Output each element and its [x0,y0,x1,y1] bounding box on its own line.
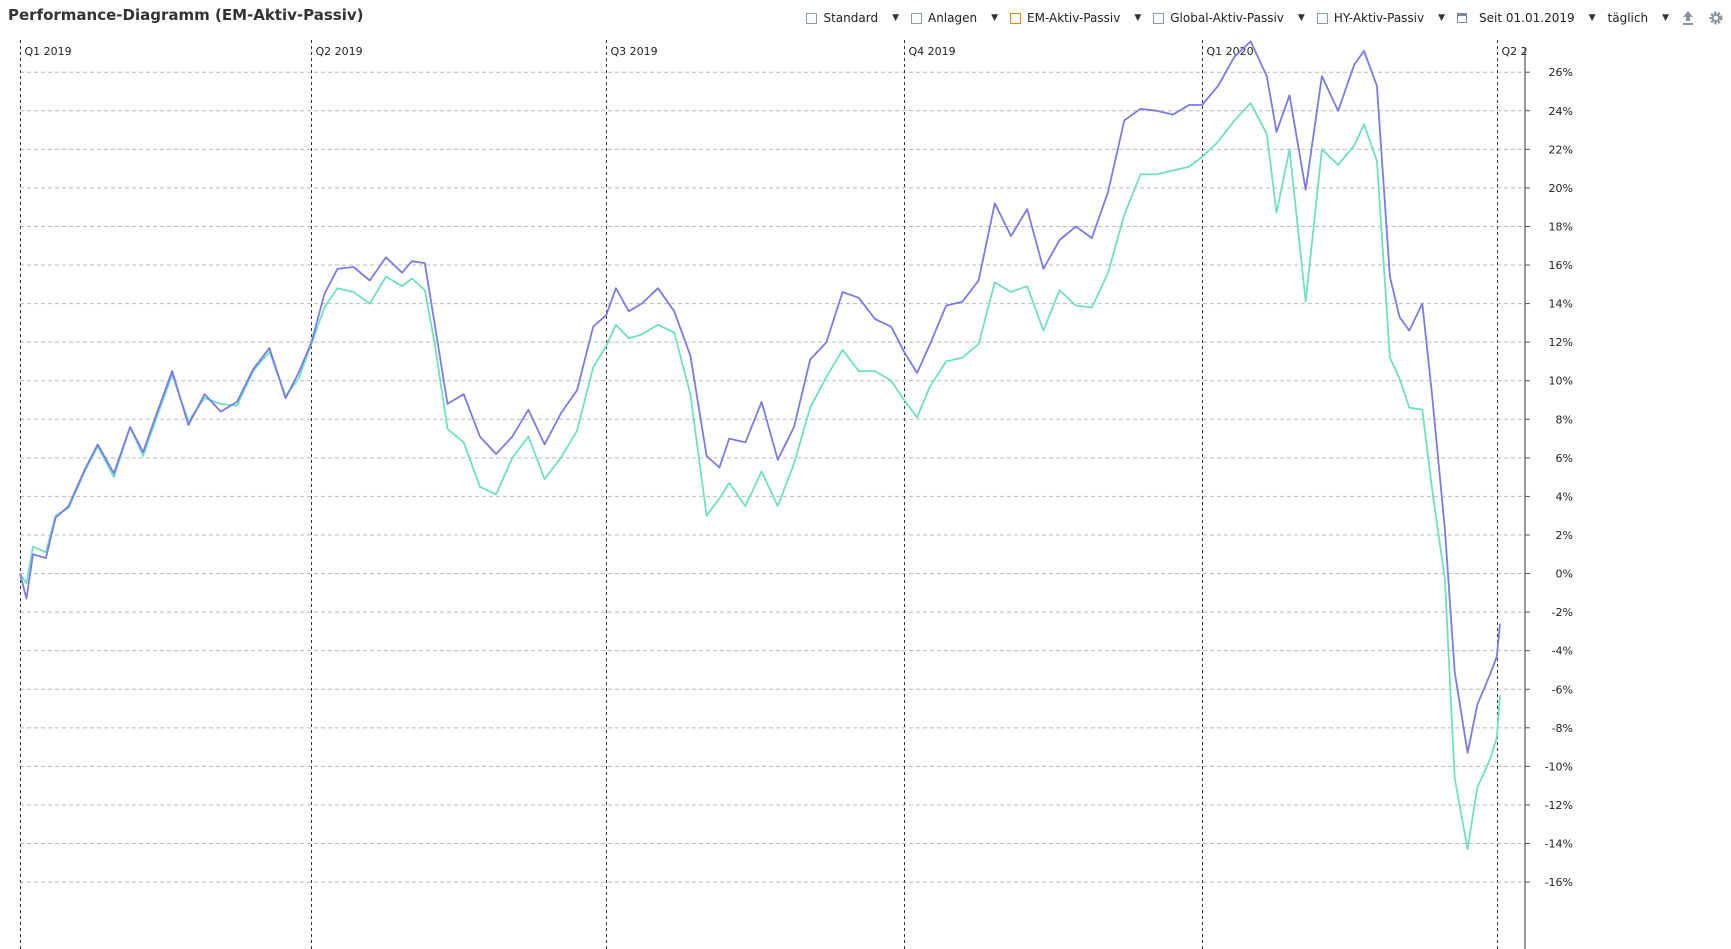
series-line-2 [19,102,1501,851]
hy-aktiv-passiv-checkbox[interactable] [1316,12,1328,24]
grid-lines [20,71,1525,883]
anlagen-dropdown[interactable]: Anlagen ▼ [910,11,998,25]
y-tick-label: -2% [1552,606,1573,619]
y-tick-label: 4% [1556,490,1573,503]
y-tick-label: 14% [1549,298,1573,311]
chevron-down-icon[interactable]: ▼ [1589,13,1596,23]
y-tick-label: -14% [1545,838,1573,851]
standard-dropdown[interactable]: Standard ▼ [806,11,899,25]
y-tick-label: 6% [1556,452,1573,465]
em-aktiv-passiv-checkbox[interactable] [1010,12,1022,24]
export-icon[interactable] [1679,9,1697,27]
y-tick-label: 12% [1549,336,1573,349]
em-aktiv-passiv-label: EM-Aktiv-Passiv [1027,11,1121,25]
quarter-label: Q1 2020 [1207,45,1254,58]
interval-dropdown[interactable]: täglich ▼ [1608,11,1669,25]
chart-title: Performance-Diagramm (EM-Aktiv-Passiv) [8,6,364,24]
y-tick-label: 28% [1549,40,1573,41]
hy-aktiv-passiv-label: HY-Aktiv-Passiv [1333,11,1425,25]
performance-line-chart: Q1 2019 Q2 2019 Q3 2019 Q4 2019 Q1 2020 Q2 2 … [19,40,1573,949]
y-tick-label: 20% [1549,182,1573,195]
date-range-dropdown[interactable]: Seit 01.01.2019 ▼ [1457,11,1596,25]
y-tick-label: -16% [1545,876,1573,889]
y-tick-label: 22% [1549,143,1573,156]
quarter-markers: Q1 2019 Q2 2019 Q3 2019 Q4 2019 Q1 2020 Q2 2 [20,40,1528,949]
chart-header: Performance-Diagramm (EM-Aktiv-Passiv) S… [0,0,1731,34]
y-tick-label: 16% [1549,259,1573,272]
y-tick-label: -6% [1552,683,1573,696]
y-tick-label: 2% [1556,529,1573,542]
hy-aktiv-passiv-dropdown[interactable]: HY-Aktiv-Passiv ▼ [1316,11,1445,25]
quarter-label: Q1 2019 [25,45,72,58]
y-tick-label: 18% [1549,220,1573,233]
gear-icon[interactable] [1707,9,1725,27]
chart-series [19,40,1501,851]
anlagen-checkbox[interactable] [910,12,922,24]
y-tick-label: 24% [1549,105,1573,118]
global-aktiv-passiv-dropdown[interactable]: Global-Aktiv-Passiv ▼ [1153,11,1305,25]
chevron-down-icon[interactable]: ▼ [1298,13,1305,23]
y-tick-label: -10% [1545,760,1573,773]
interval-label: täglich [1607,11,1649,25]
standard-label: Standard [823,11,879,25]
y-tick-label: 10% [1549,375,1573,388]
anlagen-label: Anlagen [927,11,978,25]
global-aktiv-passiv-label: Global-Aktiv-Passiv [1170,11,1284,25]
y-tick-label: -8% [1552,722,1573,735]
standard-checkbox[interactable] [806,12,818,24]
quarter-label: Q2 2019 [316,45,363,58]
y-tick-label: -12% [1545,799,1573,812]
y-axis: 28% 26% 24% 22% 20% 18% 16% 14% 12% 10% 8% 6% 4% 2% 0%… [1524,40,1573,949]
chevron-down-icon[interactable]: ▼ [991,13,998,23]
chevron-down-icon[interactable]: ▼ [1134,13,1141,23]
calendar-icon[interactable] [1457,12,1469,24]
y-tick-label: 26% [1549,66,1573,79]
quarter-label: Q4 2019 [909,45,956,58]
performance-chart-panel: Performance-Diagramm (EM-Aktiv-Passiv) S… [0,0,1731,949]
chevron-down-icon[interactable]: ▼ [1438,13,1445,23]
date-range-label: Seit 01.01.2019 [1479,11,1575,25]
em-aktiv-passiv-dropdown[interactable]: EM-Aktiv-Passiv ▼ [1010,11,1141,25]
global-aktiv-passiv-checkbox[interactable] [1153,12,1165,24]
y-tick-label: 8% [1556,413,1573,426]
y-tick-label: -4% [1552,645,1573,658]
chevron-down-icon[interactable]: ▼ [892,13,899,23]
y-tick-label: 0% [1556,568,1573,581]
quarter-label: Q2 2 [1502,45,1528,58]
toolbar: Standard ▼ Anlagen ▼ EM-Aktiv-Passiv ▼ G… [794,8,1725,28]
quarter-label: Q3 2019 [611,45,658,58]
chevron-down-icon[interactable]: ▼ [1662,13,1669,23]
